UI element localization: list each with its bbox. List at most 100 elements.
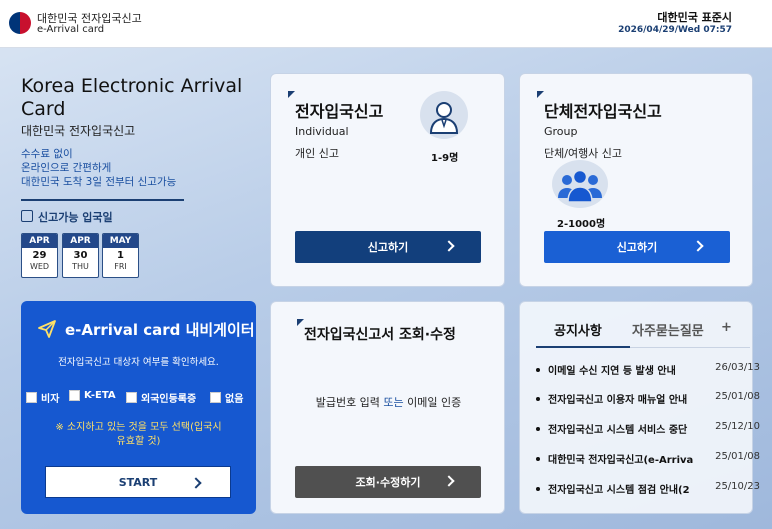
checkbox-label: 없음: [225, 394, 244, 405]
individual-type-ko: 개인 신고: [295, 147, 339, 160]
group-card: 단체전자입국신고 Group 단체/여행사 신고 2-1000명 신고하기: [519, 73, 753, 287]
intro-line: 수수료 없이: [21, 148, 73, 160]
date-day: 1: [117, 250, 124, 261]
corner-mark: [297, 319, 304, 326]
notice-title[interactable]: 전자입국신고 시스템 서비스 중단: [548, 421, 698, 436]
page-subtitle: 대한민국 전자입국신고: [21, 124, 136, 138]
navigator-title: e-Arrival card 내비게이터: [65, 321, 255, 339]
bullet-icon: [536, 487, 540, 491]
individual-report-button-label: 신고하기: [367, 241, 409, 254]
notice-title[interactable]: 전자입국신고 시스템 점검 안내(2: [548, 481, 698, 496]
corner-mark: [537, 91, 544, 98]
group-title: 단체전자입국신고: [544, 102, 662, 121]
notice-date: 25/01/08: [715, 451, 760, 462]
more-plus-icon[interactable]: +: [721, 320, 732, 335]
individual-card: 전자입국신고 Individual 개인 신고 1-9명 신고하기: [270, 73, 505, 287]
notice-date: 25/10/23: [715, 481, 760, 492]
group-report-button[interactable]: 신고하기: [544, 231, 730, 263]
chevron-right-icon: [443, 475, 455, 487]
chevron-right-icon: [190, 477, 202, 489]
corner-mark: [288, 91, 295, 98]
notice-title[interactable]: 전자입국신고 이용자 매뉴얼 안내: [548, 391, 698, 406]
notice-title[interactable]: 대한민국 전자입국신고(e-Arriva: [548, 451, 698, 466]
checkbox-box[interactable]: [26, 392, 37, 403]
checkbox-visa[interactable]: 비자: [26, 390, 59, 405]
date-weekday: FRI: [114, 262, 127, 271]
intro-benefits: 수수료 없이 온라인으로 간편하게 대한민국 도착 3일 전부터 신고가능: [21, 147, 176, 189]
notice-item[interactable]: 전자입국신고 시스템 점검 안내(2 25/10/23: [536, 481, 760, 497]
lookup-edit-button-label: 조회·수정하기: [355, 476, 421, 489]
date-weekday: THU: [72, 262, 89, 271]
date-weekday: WED: [29, 262, 50, 271]
date-chip: APR 30 THU: [62, 233, 99, 278]
group-people-icon: [552, 160, 608, 208]
lookup-desc-email: 이메일 인증: [407, 396, 462, 409]
notice-panel: 공지사항 자주묻는질문 + 이메일 수신 지연 등 발생 안내 26/03/13…: [519, 301, 760, 514]
notice-date: 25/12/10: [715, 421, 760, 432]
date-month: APR: [63, 234, 98, 248]
notice-date: 26/03/13: [715, 362, 760, 373]
individual-type-en: Individual: [295, 125, 349, 138]
bullet-icon: [536, 427, 540, 431]
checkbox-label: K-ETA: [84, 390, 116, 401]
date-month: APR: [22, 234, 57, 248]
individual-title: 전자입국신고: [295, 102, 384, 121]
standard-time-value: 2026/04/29/Wed 07:57: [618, 25, 732, 35]
checkbox-label: 외국인등록증: [141, 394, 197, 405]
bullet-icon: [536, 457, 540, 461]
notice-item[interactable]: 대한민국 전자입국신고(e-Arriva 25/01/08: [536, 451, 760, 467]
tab-faq[interactable]: 자주묻는질문: [632, 320, 704, 339]
chevron-right-icon: [692, 240, 704, 252]
active-tab-indicator: [536, 346, 630, 348]
date-day: 30: [73, 250, 88, 261]
lookup-description: 발급번호 입력 또는 이메일 인증: [271, 394, 506, 410]
government-emblem-icon[interactable]: [9, 12, 31, 34]
group-type-en: Group: [544, 125, 578, 138]
checkbox-box[interactable]: [126, 392, 137, 403]
checkbox-box[interactable]: [69, 390, 80, 401]
navigator-note-line: ※ 소지하고 있는 것을 모두 선택(입국시: [55, 422, 222, 433]
intro-line: 대한민국 도착 3일 전부터 신고가능: [21, 176, 177, 188]
individual-count: 1-9명: [431, 153, 459, 164]
group-report-button-label: 신고하기: [616, 241, 658, 254]
checkbox-alien-registration[interactable]: 외국인등록증: [126, 390, 196, 405]
navigator-description: 전자입국신고 대상자 여부를 확인하세요.: [58, 357, 219, 368]
date-chip: APR 29 WED: [21, 233, 58, 278]
start-button[interactable]: START: [45, 466, 231, 498]
individual-report-button[interactable]: 신고하기: [295, 231, 481, 263]
lookup-card: 전자입국신고서 조회·수정 발급번호 입력 또는 이메일 인증 조회·수정하기: [270, 301, 505, 514]
navigator-note-line: 유효할 것): [116, 436, 161, 447]
app-name[interactable]: e-Arrival card: [37, 24, 104, 35]
checkbox-keta[interactable]: K-ETA: [69, 390, 116, 401]
tab-notice[interactable]: 공지사항: [554, 320, 602, 339]
checkbox-box[interactable]: [210, 392, 221, 403]
navigator-card: e-Arrival card 내비게이터 전자입국신고 대상자 여부를 확인하세…: [21, 301, 256, 514]
lookup-title: 전자입국신고서 조회·수정: [304, 327, 456, 343]
lookup-edit-button[interactable]: 조회·수정하기: [295, 466, 481, 498]
date-chip: MAY 1 FRI: [102, 233, 139, 278]
paper-plane-icon: [38, 320, 56, 338]
date-month: MAY: [103, 234, 138, 248]
notice-date: 25/01/08: [715, 391, 760, 402]
notice-title[interactable]: 이메일 수신 지연 등 발생 안내: [548, 362, 698, 377]
divider: [630, 347, 750, 348]
page-title: Korea Electronic Arrival Card: [21, 75, 243, 120]
calendar-icon: [21, 210, 33, 222]
checkbox-label: 비자: [41, 394, 60, 405]
divider: [21, 199, 184, 201]
notice-item[interactable]: 전자입국신고 이용자 매뉴얼 안내 25/01/08: [536, 391, 760, 407]
chevron-right-icon: [443, 240, 455, 252]
notice-item[interactable]: 전자입국신고 시스템 서비스 중단 25/12/10: [536, 421, 760, 437]
checkbox-none[interactable]: 없음: [210, 390, 243, 405]
date-day: 29: [32, 250, 47, 261]
lookup-desc-issue-number: 발급번호 입력: [315, 396, 380, 409]
bullet-icon: [536, 397, 540, 401]
start-button-label: START: [118, 475, 158, 489]
standard-time-label: 대한민국 표준시: [657, 11, 732, 24]
top-header: 대한민국 전자입국신고 e-Arrival card 대한민국 표준시 2026…: [0, 0, 772, 48]
person-icon: [420, 91, 468, 139]
group-type-ko: 단체/여행사 신고: [544, 147, 623, 160]
lookup-desc-or: 또는: [383, 396, 404, 409]
notice-item[interactable]: 이메일 수신 지연 등 발생 안내 26/03/13: [536, 362, 760, 378]
group-count: 2-1000명: [557, 219, 606, 230]
